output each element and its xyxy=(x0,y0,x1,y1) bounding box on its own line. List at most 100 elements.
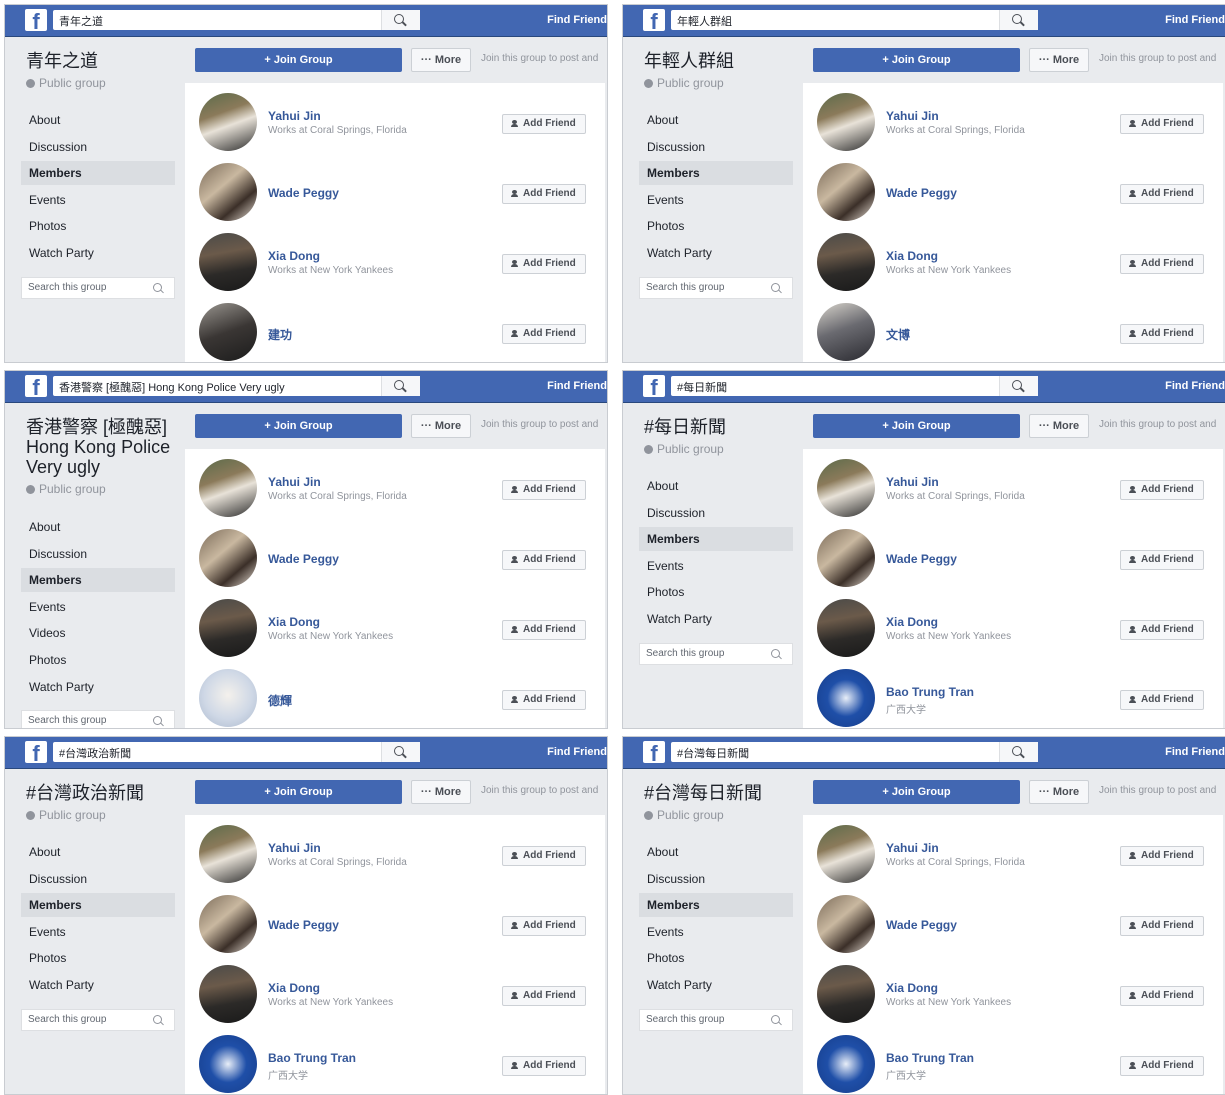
sidebar-item-watch-party[interactable]: Watch Party xyxy=(639,241,793,265)
group-title[interactable]: #台灣政治新聞 xyxy=(26,783,176,803)
sidebar-item-watch-party[interactable]: Watch Party xyxy=(21,973,175,997)
member-name[interactable]: Xia Dong xyxy=(268,981,320,995)
sidebar-item-members[interactable]: Members xyxy=(21,161,175,186)
member-avatar[interactable] xyxy=(199,529,257,587)
sidebar-item-members[interactable]: Members xyxy=(639,893,793,918)
facebook-logo-icon[interactable]: f xyxy=(25,375,47,397)
member-name[interactable]: Xia Dong xyxy=(268,249,320,263)
sidebar-item-photos[interactable]: Photos xyxy=(639,580,793,604)
member-name[interactable]: Xia Dong xyxy=(886,981,938,995)
member-avatar[interactable] xyxy=(199,459,257,517)
add-friend-button[interactable]: Add Friend xyxy=(502,916,586,936)
find-friends-link[interactable]: Find Friend xyxy=(1165,746,1225,758)
member-avatar[interactable] xyxy=(199,163,257,221)
add-friend-button[interactable]: Add Friend xyxy=(502,184,586,204)
sidebar-item-about[interactable]: About xyxy=(639,840,793,864)
sidebar-item-watch-party[interactable]: Watch Party xyxy=(21,241,175,265)
add-friend-button[interactable]: Add Friend xyxy=(1120,986,1204,1006)
add-friend-button[interactable]: Add Friend xyxy=(1120,916,1204,936)
group-title[interactable]: 青年之道 xyxy=(26,51,176,71)
find-friends-link[interactable]: Find Friend xyxy=(547,746,607,758)
search-bar[interactable]: 香港警察 [極醜惡] Hong Kong Police Very ugly xyxy=(53,376,420,396)
member-name[interactable]: 建功 xyxy=(268,326,292,343)
sidebar-item-discussion[interactable]: Discussion xyxy=(21,542,175,566)
search-input-text[interactable]: 香港警察 [極醜惡] Hong Kong Police Very ugly xyxy=(59,379,285,395)
member-name[interactable]: Wade Peggy xyxy=(268,186,339,200)
search-input-text[interactable]: 年輕人群組 xyxy=(677,13,732,29)
facebook-logo-icon[interactable]: f xyxy=(25,9,47,31)
find-friends-link[interactable]: Find Friend xyxy=(1165,14,1225,26)
member-avatar[interactable] xyxy=(199,233,257,291)
member-avatar[interactable] xyxy=(817,965,875,1023)
search-bar[interactable]: 年輕人群組 xyxy=(671,10,1038,30)
add-friend-button[interactable]: Add Friend xyxy=(502,846,586,866)
member-avatar[interactable] xyxy=(817,529,875,587)
group-search-input[interactable]: Search this group xyxy=(21,276,175,299)
search-button[interactable] xyxy=(381,742,420,762)
more-button[interactable]: ··· More xyxy=(411,780,471,804)
member-name[interactable]: 文博 xyxy=(886,326,910,343)
search-input-text[interactable]: #每日新聞 xyxy=(677,379,727,395)
add-friend-button[interactable]: Add Friend xyxy=(502,480,586,500)
add-friend-button[interactable]: Add Friend xyxy=(502,690,586,710)
member-name[interactable]: Wade Peggy xyxy=(268,552,339,566)
group-title[interactable]: 香港警察 [極醜惡] Hong Kong Police Very ugly xyxy=(26,417,176,477)
sidebar-item-about[interactable]: About xyxy=(639,474,793,498)
sidebar-item-events[interactable]: Events xyxy=(21,920,175,944)
group-title[interactable]: #每日新聞 xyxy=(644,417,794,437)
member-name[interactable]: Wade Peggy xyxy=(268,918,339,932)
find-friends-link[interactable]: Find Friend xyxy=(1165,380,1225,392)
sidebar-item-photos[interactable]: Photos xyxy=(21,648,175,672)
add-friend-button[interactable]: Add Friend xyxy=(502,254,586,274)
member-name[interactable]: Xia Dong xyxy=(886,249,938,263)
sidebar-item-events[interactable]: Events xyxy=(639,188,793,212)
sidebar-item-watch-party[interactable]: Watch Party xyxy=(639,607,793,631)
member-name[interactable]: Bao Trung Tran xyxy=(886,685,974,699)
member-avatar[interactable] xyxy=(199,669,257,727)
member-avatar[interactable] xyxy=(817,459,875,517)
search-bar[interactable]: #台灣政治新聞 xyxy=(53,742,420,762)
member-name[interactable]: 德輝 xyxy=(268,692,292,709)
more-button[interactable]: ··· More xyxy=(411,414,471,438)
sidebar-item-about[interactable]: About xyxy=(21,840,175,864)
sidebar-item-members[interactable]: Members xyxy=(21,568,175,593)
member-avatar[interactable] xyxy=(199,1035,257,1093)
member-avatar[interactable] xyxy=(817,669,875,727)
member-name[interactable]: Bao Trung Tran xyxy=(268,1051,356,1065)
member-avatar[interactable] xyxy=(817,599,875,657)
add-friend-button[interactable]: Add Friend xyxy=(1120,690,1204,710)
group-search-input[interactable]: Search this group xyxy=(21,710,175,728)
search-bar[interactable]: 青年之道 xyxy=(53,10,420,30)
facebook-logo-icon[interactable]: f xyxy=(25,741,47,763)
add-friend-button[interactable]: Add Friend xyxy=(502,324,586,344)
sidebar-item-photos[interactable]: Photos xyxy=(639,214,793,238)
member-name[interactable]: Wade Peggy xyxy=(886,918,957,932)
group-search-input[interactable]: Search this group xyxy=(639,276,793,299)
member-avatar[interactable] xyxy=(817,303,875,361)
sidebar-item-members[interactable]: Members xyxy=(639,161,793,186)
add-friend-button[interactable]: Add Friend xyxy=(1120,114,1204,134)
member-avatar[interactable] xyxy=(199,965,257,1023)
facebook-logo-icon[interactable]: f xyxy=(643,741,665,763)
sidebar-item-about[interactable]: About xyxy=(639,108,793,132)
search-button[interactable] xyxy=(381,376,420,396)
member-name[interactable]: Wade Peggy xyxy=(886,552,957,566)
add-friend-button[interactable]: Add Friend xyxy=(1120,480,1204,500)
search-button[interactable] xyxy=(999,742,1038,762)
find-friends-link[interactable]: Find Friend xyxy=(547,14,607,26)
search-button[interactable] xyxy=(999,10,1038,30)
sidebar-item-events[interactable]: Events xyxy=(21,188,175,212)
add-friend-button[interactable]: Add Friend xyxy=(1120,846,1204,866)
member-name[interactable]: Xia Dong xyxy=(268,615,320,629)
member-avatar[interactable] xyxy=(199,93,257,151)
group-title[interactable]: 年輕人群組 xyxy=(644,51,794,71)
sidebar-item-photos[interactable]: Photos xyxy=(639,946,793,970)
find-friends-link[interactable]: Find Friend xyxy=(547,380,607,392)
sidebar-item-about[interactable]: About xyxy=(21,108,175,132)
member-avatar[interactable] xyxy=(817,825,875,883)
add-friend-button[interactable]: Add Friend xyxy=(1120,254,1204,274)
member-avatar[interactable] xyxy=(817,93,875,151)
sidebar-item-watch-party[interactable]: Watch Party xyxy=(21,675,175,699)
add-friend-button[interactable]: Add Friend xyxy=(1120,620,1204,640)
join-group-button[interactable]: + Join Group xyxy=(195,414,402,438)
